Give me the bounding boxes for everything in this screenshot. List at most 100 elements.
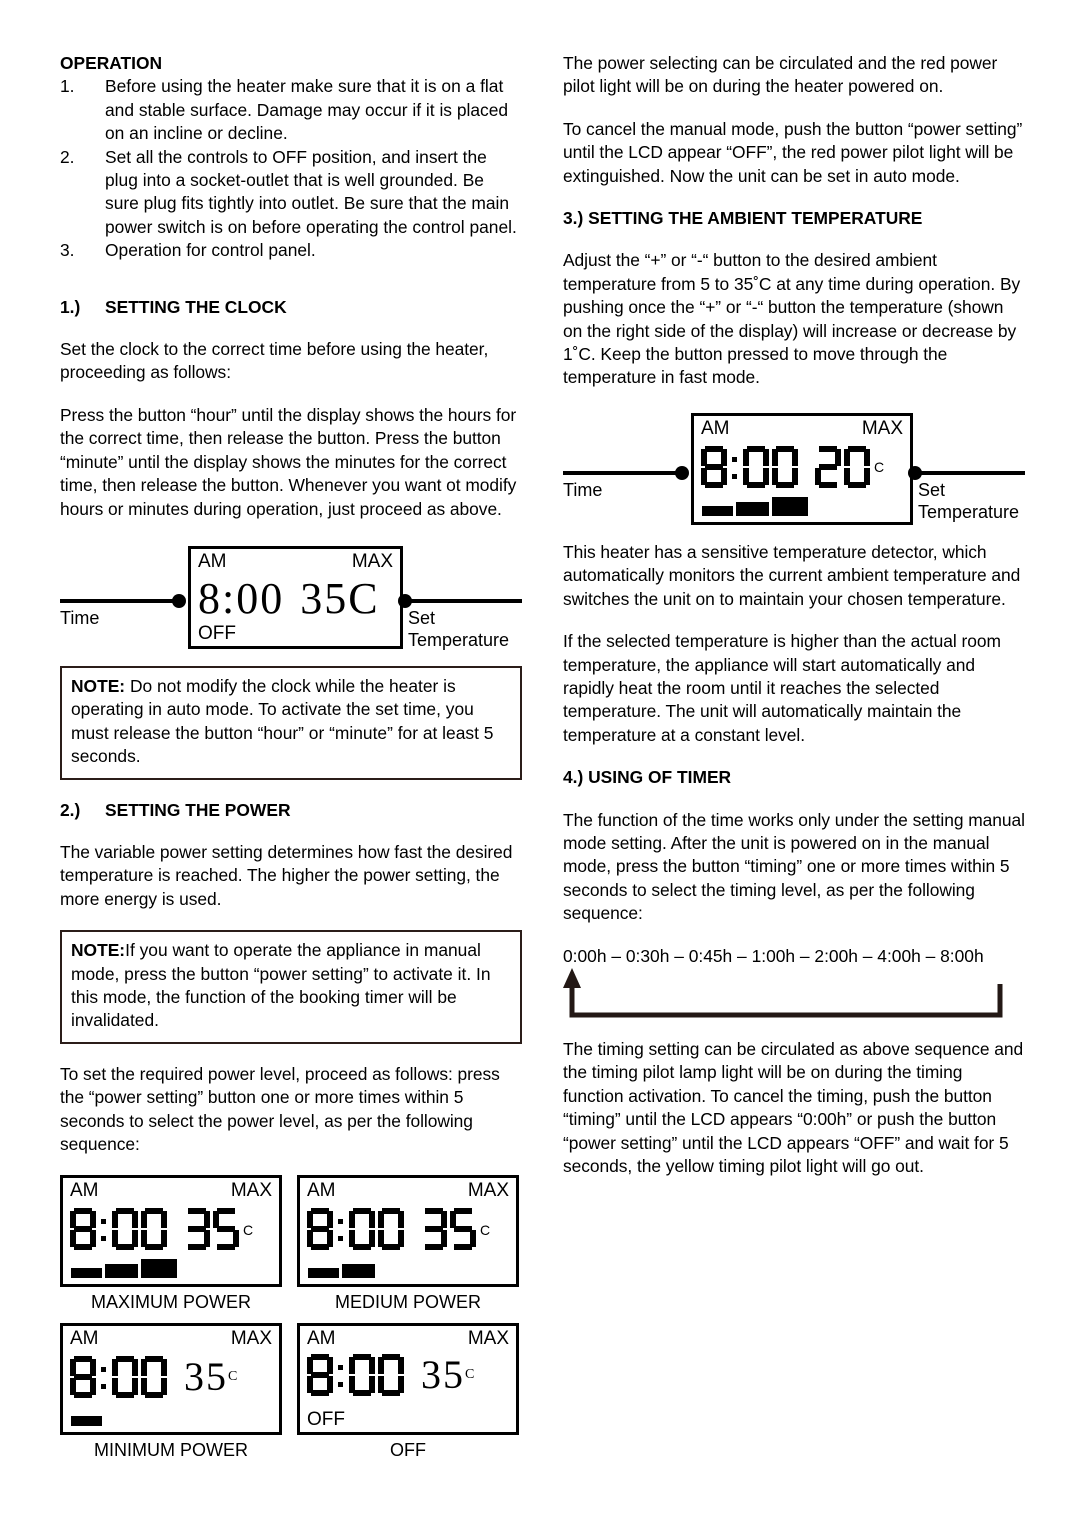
- list-item: 2. Set all the controls to OFF position,…: [60, 146, 522, 240]
- segment-digit: [349, 1354, 375, 1397]
- set-temperature-leader-line: [918, 470, 1025, 475]
- power-bar: [736, 501, 769, 516]
- power-pilot-paragraph: The power selecting can be circulated an…: [563, 53, 998, 97]
- lcd-time-value: [70, 1208, 170, 1251]
- time-label: Time: [563, 479, 603, 500]
- lcd-degree-unit: C: [874, 459, 885, 476]
- lcd-maximum-power: AM MAX C: [60, 1175, 282, 1288]
- lcd-off-state: AM MAX 35 C OFF: [297, 1323, 519, 1436]
- lcd-temperature-value: [184, 1208, 242, 1251]
- power-display-caption: MAXIMUM POWER: [91, 1292, 251, 1313]
- power-display-cell: AM MAX: [60, 1175, 282, 1313]
- segment-colon: [336, 1208, 346, 1250]
- lcd-indicator-row: AM MAX: [70, 1180, 272, 1202]
- lcd-indicator-row: AM MAX: [70, 1328, 272, 1350]
- am-indicator: AM: [307, 1328, 336, 1350]
- lcd-time-value: [307, 1208, 407, 1251]
- segment-digit: [844, 445, 870, 488]
- lcd-temperature-value: [815, 445, 873, 488]
- segment-colon: [336, 1354, 346, 1396]
- power-level-bars: [71, 1416, 105, 1427]
- lcd-indicator-row: AM MAX: [307, 1328, 509, 1350]
- power-bar: [342, 1264, 375, 1279]
- lcd-medium-power: AM MAX C: [297, 1175, 519, 1288]
- am-indicator: AM: [198, 550, 227, 572]
- timer-sequence-text: 0:00h – 0:30h – 0:45h – 1:00h – 2:00h – …: [563, 945, 984, 966]
- section-heading-ambient-temperature: 3.) SETTING THE AMBIENT TEMPERATURE: [563, 208, 923, 229]
- max-indicator: MAX: [230, 1328, 272, 1350]
- max-indicator: MAX: [861, 417, 903, 439]
- lcd-time-value: [70, 1356, 170, 1399]
- lcd-value-row: C: [701, 445, 903, 488]
- power-display-caption: OFF: [390, 1440, 426, 1461]
- lcd-ambient-display: AM MAX C: [691, 412, 913, 525]
- lcd-degree-unit: C: [465, 1367, 477, 1383]
- segment-digit: [307, 1354, 333, 1397]
- power-display-caption: MEDIUM POWER: [335, 1292, 481, 1313]
- power-display-cell: AM MAX 35 C OFF OFF: [297, 1323, 519, 1461]
- power-bar: [141, 1259, 177, 1279]
- segment-colon: [99, 1356, 109, 1398]
- lcd-clock-display: AM MAX 8:00 35 C OFF: [188, 545, 403, 649]
- clock-instructions-paragraph: Press the button “hour” until the displa…: [60, 404, 517, 519]
- lcd-status-indicator: OFF: [198, 622, 236, 644]
- am-indicator: AM: [307, 1180, 336, 1202]
- note-label: NOTE:: [71, 675, 126, 696]
- power-bar: [772, 496, 808, 516]
- time-leader-dot: [172, 593, 186, 608]
- power-bar: [71, 1268, 102, 1279]
- am-indicator: AM: [70, 1328, 99, 1350]
- power-display-cell: AM MAX: [297, 1175, 519, 1313]
- lcd-minimum-power: AM MAX 35 C: [60, 1323, 282, 1436]
- note-box-clock: NOTE: Do not modify the clock while the …: [60, 665, 522, 780]
- lcd-value-row: 8:00 35 C: [198, 574, 393, 624]
- time-label: Time: [60, 607, 100, 628]
- list-item: 1. Before using the heater make sure tha…: [60, 75, 522, 145]
- am-indicator: AM: [70, 1180, 99, 1202]
- note-text: If you want to operate the appliance in …: [71, 940, 491, 1031]
- segment-digit: [70, 1356, 96, 1399]
- lcd-value-row: 35 C: [70, 1354, 272, 1400]
- list-item: 3. Operation for control panel.: [60, 239, 522, 262]
- lcd-temperature-value: 35: [300, 574, 349, 624]
- lcd-value-row: C: [307, 1208, 509, 1251]
- lcd-degree-unit: C: [480, 1221, 491, 1238]
- segment-digit: [112, 1356, 138, 1399]
- segment-digit: [213, 1208, 239, 1251]
- segment-digit: [70, 1208, 96, 1251]
- temperature-detector-paragraph: This heater has a sensitive temperature …: [563, 541, 1021, 609]
- segment-digit: [701, 445, 727, 488]
- power-bar: [105, 1264, 138, 1279]
- max-indicator: MAX: [467, 1180, 509, 1202]
- lcd-value-row: C: [70, 1208, 272, 1251]
- operation-steps-list: 1. Before using the heater make sure tha…: [60, 75, 522, 262]
- list-item-number: 3.: [60, 240, 75, 261]
- power-bar: [702, 505, 733, 516]
- segment-digit: [141, 1208, 167, 1251]
- section-heading-setting-the-clock: 1.) SETTING THE CLOCK: [60, 296, 522, 319]
- segment-digit: [378, 1354, 404, 1397]
- segment-digit: [815, 445, 841, 488]
- lcd-indicator-row: AM MAX: [307, 1180, 509, 1202]
- note-box-power: NOTE:If you want to operate the applianc…: [60, 930, 522, 1044]
- list-item-text: Before using the heater make sure that i…: [105, 76, 509, 144]
- section-number: 2.): [60, 799, 81, 820]
- lcd-temperature-value: 35: [421, 1352, 465, 1398]
- timer-intro-paragraph: The function of the time works only unde…: [563, 809, 1025, 924]
- set-temperature-leader-line: [408, 598, 522, 603]
- document-page: OPERATION 1. Before using the heater mak…: [0, 0, 1080, 1532]
- segment-digit: [421, 1208, 447, 1251]
- lcd-time-value: [307, 1354, 407, 1397]
- lcd-temperature-value: 35: [184, 1354, 228, 1400]
- set-temperature-label-line2: Temperature: [918, 501, 1020, 522]
- max-indicator: MAX: [230, 1180, 272, 1202]
- set-temperature-label-line1: Set: [918, 479, 946, 500]
- lcd-time-value: [701, 445, 801, 488]
- am-indicator: AM: [701, 417, 730, 439]
- list-item-number: 1.: [60, 76, 75, 97]
- section-heading-setting-the-power: 2.) SETTING THE POWER: [60, 799, 522, 822]
- operation-heading: OPERATION: [60, 53, 163, 73]
- set-temperature-label-line2: Temperature: [408, 629, 510, 650]
- list-item-text: Operation for control panel.: [105, 240, 316, 261]
- segment-digit: [141, 1356, 167, 1399]
